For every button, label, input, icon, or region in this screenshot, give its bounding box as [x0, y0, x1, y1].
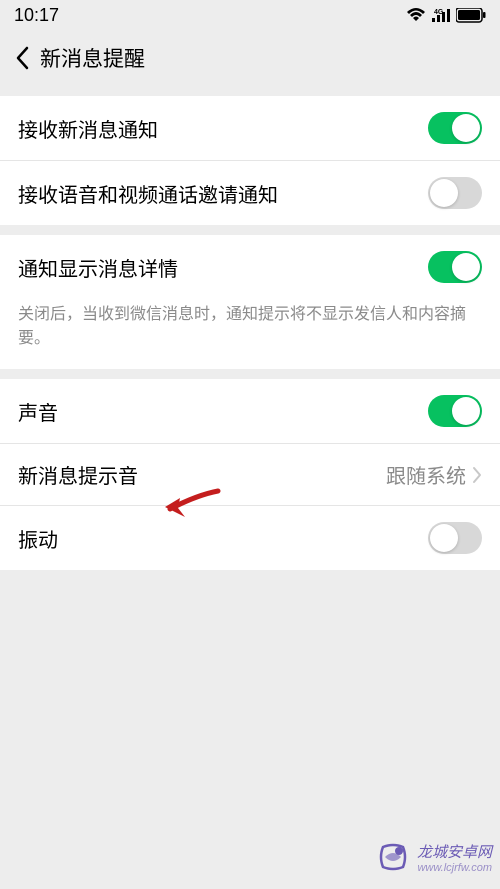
setting-description: 关闭后，当收到微信消息时，通知提示将不显示发信人和内容摘要。: [0, 299, 500, 369]
setting-row-alert-tone[interactable]: 新消息提示音 跟随系统: [0, 444, 500, 506]
toggle-knob: [430, 524, 458, 552]
toggle-new-message[interactable]: [428, 112, 482, 144]
setting-label: 声音: [18, 403, 58, 425]
setting-row-sound[interactable]: 声音: [0, 379, 500, 444]
setting-label: 振动: [18, 530, 58, 552]
toggle-knob: [452, 397, 480, 425]
setting-label: 新消息提示音: [18, 466, 138, 488]
toggle-show-details[interactable]: [428, 251, 482, 283]
section-divider: [0, 225, 500, 235]
settings-section-notifications: 接收新消息通知 接收语音和视频通话邀请通知: [0, 96, 500, 225]
watermark-url: www.lcjrfw.com: [417, 862, 492, 874]
toggle-vibrate[interactable]: [428, 522, 482, 554]
settings-section-sound: 声音 新消息提示音 跟随系统 振动: [0, 379, 500, 570]
battery-icon: [456, 8, 486, 23]
watermark: 龙城安卓网 www.lcjrfw.com: [375, 839, 492, 875]
chevron-left-icon: [15, 46, 29, 70]
settings-section-details: 通知显示消息详情 关闭后，当收到微信消息时，通知提示将不显示发信人和内容摘要。: [0, 235, 500, 369]
status-bar: 10:17 4G: [0, 0, 500, 30]
status-icons: 4G: [406, 7, 486, 23]
page-title: 新消息提醒: [40, 43, 145, 73]
setting-label: 通知显示消息详情: [18, 259, 178, 281]
setting-row-vibrate[interactable]: 振动: [0, 506, 500, 570]
status-time: 10:17: [14, 5, 59, 26]
chevron-right-icon: [472, 466, 482, 484]
toggle-knob: [430, 179, 458, 207]
toggle-voice-video[interactable]: [428, 177, 482, 209]
setting-row-show-details[interactable]: 通知显示消息详情: [0, 235, 500, 299]
header: 新消息提醒: [0, 30, 500, 86]
signal-icon: 4G: [432, 8, 450, 22]
setting-label: 接收新消息通知: [18, 120, 158, 142]
setting-row-new-message[interactable]: 接收新消息通知: [0, 96, 500, 161]
setting-value: 跟随系统: [386, 460, 466, 489]
setting-row-voice-video[interactable]: 接收语音和视频通话邀请通知: [0, 161, 500, 225]
watermark-name: 龙城安卓网: [417, 841, 492, 862]
watermark-logo-icon: [375, 839, 411, 875]
section-divider: [0, 86, 500, 96]
toggle-sound[interactable]: [428, 395, 482, 427]
toggle-knob: [452, 114, 480, 142]
back-button[interactable]: [8, 44, 36, 72]
section-divider: [0, 369, 500, 379]
toggle-knob: [452, 253, 480, 281]
wifi-icon: [406, 7, 426, 23]
setting-label: 接收语音和视频通话邀请通知: [18, 185, 278, 207]
